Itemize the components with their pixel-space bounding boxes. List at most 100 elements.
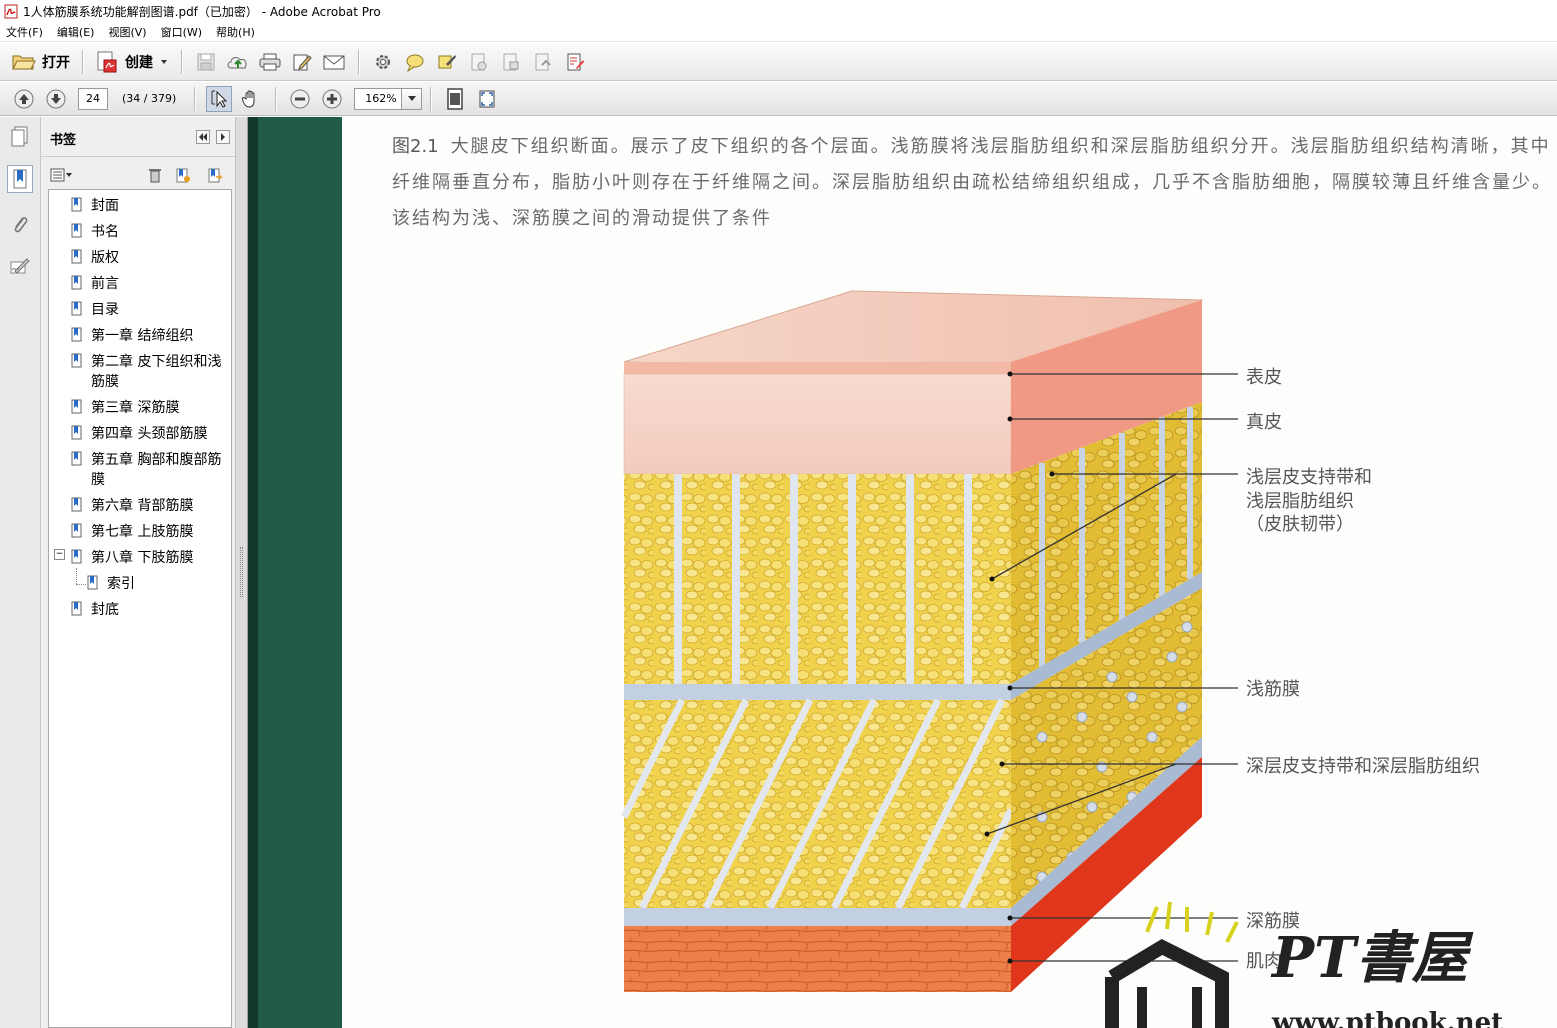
pages-panel-button[interactable] — [7, 123, 33, 151]
save-button[interactable] — [193, 49, 219, 75]
secure-button[interactable] — [466, 49, 492, 75]
chevron-down-icon — [161, 59, 167, 64]
toolbar-separator — [275, 86, 277, 111]
bookmarks-tools — [41, 159, 235, 189]
create-button[interactable]: 创建 — [91, 48, 173, 76]
bookmark-item[interactable]: 封面 — [71, 196, 231, 216]
envelope-icon — [323, 55, 345, 69]
menu-edit[interactable]: 编辑(E) — [57, 24, 95, 40]
form-button[interactable] — [562, 49, 588, 75]
bookmark-item[interactable]: 封底 — [71, 600, 231, 620]
bookmark-item[interactable]: 第二章 皮下组织和浅筋膜 — [71, 352, 231, 392]
edit-button[interactable] — [289, 49, 315, 75]
watermark-brand: PT書屋 — [1272, 925, 1468, 991]
panel-splitter[interactable] — [235, 117, 248, 1028]
zoom-out-icon — [290, 89, 310, 108]
zoom-value[interactable]: 162% — [354, 87, 403, 110]
expand-icon — [479, 90, 495, 107]
zoom-out-button[interactable] — [287, 86, 313, 112]
document-lock-icon — [471, 53, 487, 70]
collapse-panel-button[interactable] — [196, 130, 210, 144]
highlight-button[interactable] — [434, 49, 460, 75]
menu-window[interactable]: 窗口(W) — [161, 24, 202, 40]
document-view[interactable]: 图2.1 大腿皮下组织断面。展示了皮下组织的各个层面。浅筋膜将浅层脂肪组织和深层脂… — [248, 117, 1557, 1028]
bookmark-icon — [87, 575, 98, 590]
bookmark-item[interactable]: 第六章 背部筋膜 — [71, 496, 231, 516]
bookmark-item[interactable]: 索引 — [87, 574, 247, 594]
sign-button[interactable] — [498, 49, 524, 75]
zoom-in-button[interactable] — [319, 86, 345, 112]
review-button[interactable] — [530, 49, 556, 75]
options-menu-button[interactable] — [49, 166, 73, 184]
trash-icon — [149, 169, 161, 183]
attachments-panel-button[interactable] — [7, 211, 33, 239]
comment-button[interactable] — [402, 49, 428, 75]
menu-view[interactable]: 视图(V) — [108, 24, 146, 40]
bookmark-icon — [71, 399, 82, 414]
page-count: (34 / 379) — [122, 92, 177, 105]
highlighter-icon — [438, 54, 456, 68]
upload-button[interactable] — [225, 49, 251, 75]
expand-panel-button[interactable] — [216, 130, 230, 144]
bookmark-item[interactable]: 第七章 上肢筋膜 — [71, 522, 231, 542]
list-options-icon — [50, 168, 72, 182]
menu-help[interactable]: 帮助(H) — [216, 24, 255, 40]
toolbar-separator — [430, 86, 432, 111]
bookmark-from-selection-button[interactable] — [206, 166, 224, 184]
chevron-right-icon — [221, 133, 225, 141]
paperclip-icon — [14, 216, 28, 233]
label-superficial-retinaculum-2: 浅层脂肪组织 — [1246, 491, 1354, 512]
document-review-icon — [535, 53, 551, 70]
collapse-toggle[interactable]: − — [54, 549, 65, 560]
bookmark-icon — [71, 549, 82, 564]
email-button[interactable] — [321, 49, 347, 75]
double-chevron-left-icon — [199, 133, 207, 141]
zoom-dropdown-button[interactable] — [402, 87, 423, 110]
select-tool-button[interactable] — [206, 85, 233, 112]
bookmark-item[interactable]: 第八章 下肢筋膜 — [71, 548, 231, 568]
full-screen-button[interactable] — [474, 86, 500, 112]
fascia-cross-section-illustration — [620, 290, 1239, 1028]
main-toolbar: 打开 创建 — [0, 43, 1557, 81]
open-button[interactable]: 打开 — [8, 48, 74, 76]
page-number-input[interactable]: 24 — [78, 87, 108, 110]
spine-edge — [248, 117, 258, 1028]
bookmarks-panel-button[interactable] — [7, 165, 33, 193]
next-page-button[interactable] — [43, 86, 69, 112]
bookmark-item[interactable]: 目录 — [71, 300, 231, 320]
navigation-pane-strip — [0, 117, 41, 1028]
bookmark-label: 前言 — [91, 276, 119, 292]
previous-page-button[interactable] — [11, 86, 37, 112]
toolbar-separator — [181, 49, 182, 74]
book-spine — [248, 117, 342, 1028]
print-button[interactable] — [257, 49, 283, 75]
zoom-select[interactable]: 162% — [354, 87, 423, 110]
bookmark-item[interactable]: 前言 — [71, 274, 231, 294]
bookmark-item[interactable]: 第五章 胸部和腹部筋膜 — [71, 450, 231, 490]
bookmark-item[interactable]: 第四章 头颈部筋膜 — [71, 424, 231, 444]
delete-bookmark-button[interactable] — [146, 166, 164, 184]
bookmark-item[interactable]: 书名 — [71, 222, 231, 242]
bookmarks-title: 书签 — [50, 133, 77, 148]
new-bookmark-button[interactable] — [174, 166, 192, 184]
zoom-in-icon — [322, 89, 342, 108]
tree-connector — [76, 568, 77, 584]
bookmark-item[interactable]: 第一章 结缔组织 — [71, 326, 231, 346]
menu-file[interactable]: 文件(F) — [6, 24, 43, 40]
bookmark-item[interactable]: 版权 — [71, 248, 231, 268]
bookmark-icon — [71, 425, 82, 440]
hand-tool-button[interactable] — [238, 86, 264, 112]
bookmark-label: 索引 — [107, 576, 135, 592]
bookmark-item[interactable]: 第三章 深筋膜 — [71, 398, 231, 418]
fit-page-button[interactable] — [442, 86, 468, 112]
watermark-logo — [1105, 901, 1239, 1028]
settings-button[interactable] — [370, 49, 396, 75]
watermark-url: www.ptbook.net — [1272, 1008, 1504, 1028]
signatures-panel-button[interactable] — [7, 253, 33, 281]
bookmarks-panel: 书签 封面 书名 版权 前言 目录 第一章 结缔组织 第二章 皮下组织和浅筋膜 … — [41, 117, 235, 1028]
bookmarks-header: 书签 — [41, 117, 235, 157]
chevron-down-icon — [407, 95, 416, 101]
edit-document-icon — [293, 54, 312, 70]
bookmark-label: 第七章 上肢筋膜 — [91, 524, 194, 540]
new-bookmark-icon — [176, 168, 190, 183]
